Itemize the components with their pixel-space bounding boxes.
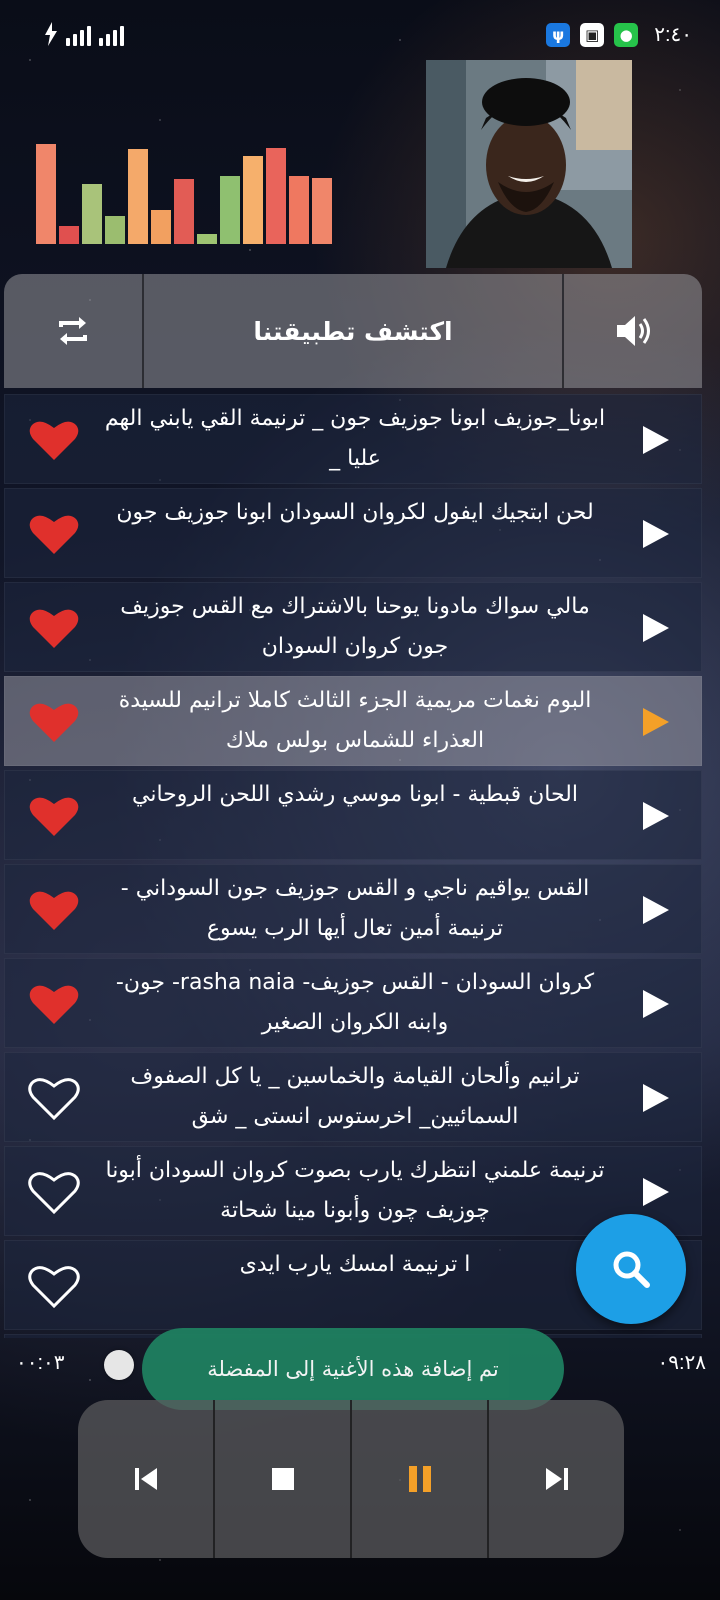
track-row[interactable]: القس يواقيم ناجي و القس جوزيف جون السودا… [4, 864, 702, 954]
equalizer-bar [36, 144, 56, 244]
heart-filled-icon[interactable] [27, 699, 81, 745]
track-list[interactable]: ابونا_جوزيف ابونا جوزيف جون _ ترنيمة الق… [4, 394, 702, 1338]
track-row[interactable]: كروان السودان - القس جوزيف- rasha naia- … [4, 958, 702, 1048]
heart-outline-icon[interactable] [27, 1263, 81, 1309]
heart-outline-icon[interactable] [27, 1169, 81, 1215]
skip-next-icon [545, 1468, 568, 1490]
track-title: ابونا_جوزيف ابونا جوزيف جون _ ترنيمة الق… [104, 406, 606, 471]
track-row[interactable]: الحان قبطية - ابونا موسي رشدي اللحن الرو… [4, 770, 702, 860]
equalizer-bar [128, 149, 148, 244]
previous-button[interactable] [78, 1400, 215, 1558]
track-row[interactable]: البوم نغمات مريمية الجزء الثالث كاملا تر… [4, 676, 702, 766]
track-row[interactable]: ترانيم وألحان القيامة والخماسين _ يا كل … [4, 1052, 702, 1142]
track-row[interactable]: لحن ابتجيك ايفول لكروان السودان ابونا جو… [4, 488, 702, 578]
discover-app-button[interactable]: اكتشف تطبيقتنا [144, 274, 564, 388]
volume-button[interactable] [564, 274, 702, 388]
equalizer-bar [243, 156, 263, 244]
search-icon [613, 1251, 650, 1288]
repeat-icon [59, 317, 87, 345]
track-title: القس يواقيم ناجي و القس جوزيف جون السودا… [120, 876, 590, 941]
equalizer-bar [59, 226, 79, 244]
equalizer-bar [312, 178, 332, 244]
signal-icon [66, 26, 91, 46]
status-left [44, 22, 124, 46]
usb-icon: ψ [546, 22, 571, 47]
heart-filled-icon[interactable] [27, 417, 81, 463]
equalizer-bar [174, 179, 194, 244]
equalizer-bar [220, 176, 240, 244]
equalizer-bar [197, 234, 217, 244]
play-icon[interactable] [639, 1081, 671, 1115]
signal-icon-2 [99, 26, 124, 46]
heart-filled-icon[interactable] [27, 981, 81, 1027]
track-row[interactable]: مالي سواك مادونا يوحنا بالاشتراك مع القس… [4, 582, 702, 672]
heart-filled-icon[interactable] [27, 511, 81, 557]
volume-icon [617, 316, 650, 346]
equalizer-bar [82, 184, 102, 244]
total-time: ٠٩:٢٨ [657, 1352, 706, 1374]
heart-filled-icon[interactable] [27, 887, 81, 933]
play-icon[interactable] [639, 705, 671, 739]
track-title: ترنيمة علمني انتظرك يارب بصوت كروان السو… [105, 1158, 605, 1223]
play-icon[interactable] [639, 423, 671, 457]
equalizer-bar [151, 210, 171, 244]
track-title: الحان قبطية - ابونا موسي رشدي اللحن الرو… [132, 782, 578, 807]
notification-icon: ▣ [580, 22, 605, 47]
search-button[interactable] [576, 1214, 686, 1324]
equalizer-visualizer [36, 136, 336, 244]
top-toolbar: اكتشف تطبيقتنا [4, 274, 702, 388]
next-button[interactable] [489, 1400, 624, 1558]
current-time: ٠٠:٠٣ [16, 1352, 65, 1374]
heart-outline-icon[interactable] [27, 1075, 81, 1121]
play-icon[interactable] [639, 799, 671, 833]
pause-icon [408, 1466, 431, 1492]
heart-filled-icon[interactable] [27, 605, 81, 651]
play-icon[interactable] [639, 893, 671, 927]
equalizer-bar [266, 148, 286, 244]
track-row[interactable]: ابونا_جوزيف ابونا جوزيف جون _ ترنيمة الق… [4, 394, 702, 484]
track-title: كروان السودان - القس جوزيف- rasha naia- … [115, 970, 595, 1035]
play-icon[interactable] [639, 987, 671, 1021]
artist-portrait [426, 60, 632, 268]
track-title: ترانيم وألحان القيامة والخماسين _ يا كل … [130, 1064, 580, 1129]
status-right: ψ ▣ ● ٢:٤٠ [546, 22, 692, 47]
track-title: مالي سواك مادونا يوحنا بالاشتراك مع القس… [120, 594, 590, 659]
play-icon[interactable] [639, 517, 671, 551]
pause-button[interactable] [352, 1400, 489, 1558]
track-title: البوم نغمات مريمية الجزء الثالث كاملا تر… [118, 688, 592, 753]
track-title: لحن ابتجيك ايفول لكروان السودان ابونا جو… [116, 500, 594, 525]
status-time: ٢:٤٠ [654, 24, 692, 46]
message-icon: ● [614, 22, 639, 47]
play-icon[interactable] [639, 1175, 671, 1209]
seek-thumb[interactable] [104, 1350, 134, 1380]
charging-bolt-icon [45, 22, 57, 46]
player-controls [78, 1400, 624, 1558]
repeat-button[interactable] [4, 274, 144, 388]
play-icon[interactable] [639, 611, 671, 645]
equalizer-bar [105, 216, 125, 244]
heart-filled-icon[interactable] [27, 793, 81, 839]
equalizer-bar [289, 176, 309, 244]
track-row[interactable]: ترنيمة علمني انتظرك يارب بصوت كروان السو… [4, 1146, 702, 1236]
favorite-toast: تم إضافة هذه الأغنية إلى المفضلة [142, 1328, 564, 1410]
track-title: ا ترنيمة امسك يارب ايدى [239, 1252, 471, 1277]
skip-previous-icon [134, 1468, 157, 1490]
stop-button[interactable] [215, 1400, 352, 1558]
stop-icon [271, 1468, 294, 1490]
